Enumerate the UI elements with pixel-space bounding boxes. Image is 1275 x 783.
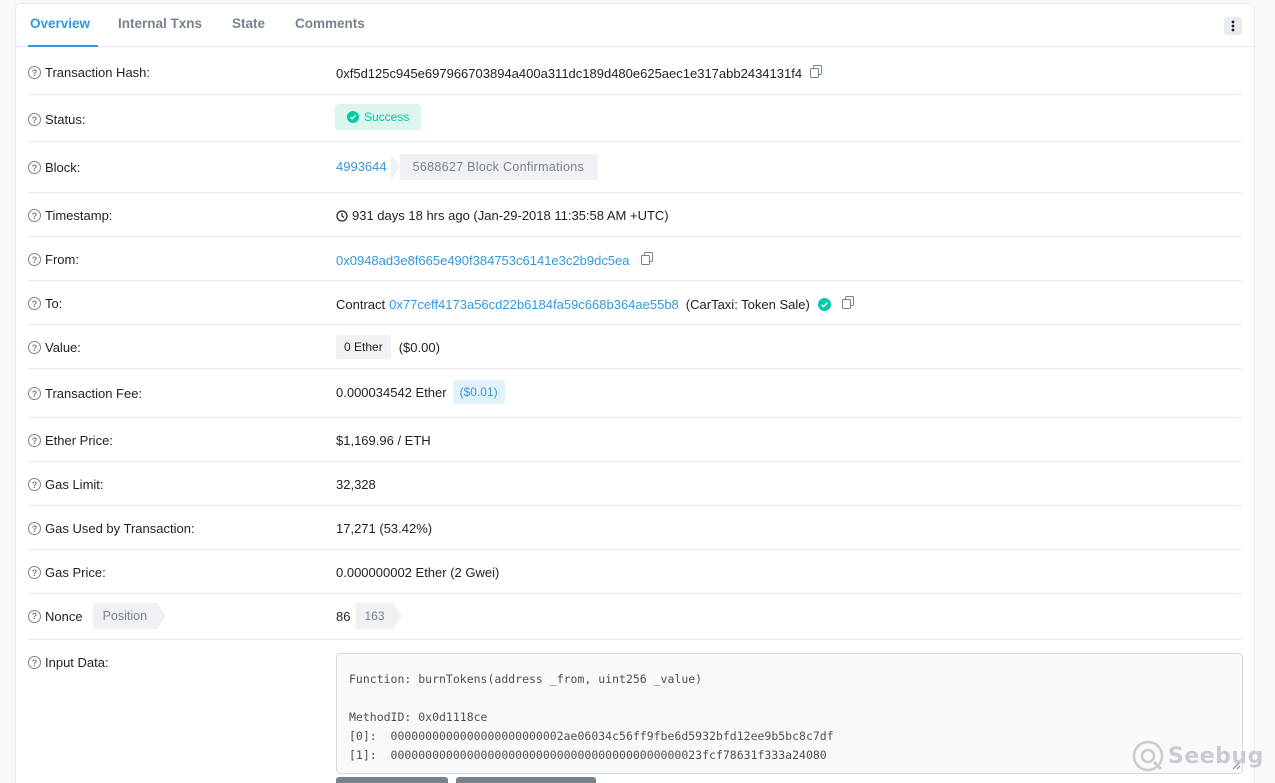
label-transaction-fee: Transaction Fee: — [45, 386, 143, 401]
transaction-hash-value: 0xf5d125c945e697966703894a400a311dc189d4… — [336, 65, 803, 81]
row-gas-price: ? Gas Price: 0.000000002 Ether (2 Gwei) — [28, 550, 1242, 594]
row-nonce: ? Nonce Position 86 163 — [28, 594, 1242, 640]
question-icon: ? — [28, 297, 41, 310]
label-ether-price: Ether Price: — [45, 433, 113, 448]
view-input-as-button[interactable] — [336, 777, 448, 783]
input-data-line: [1]: 00000000000000000000000000000000000… — [349, 748, 827, 762]
label-input-data: Input Data: — [45, 655, 109, 670]
label-gas-limit: Gas Limit: — [45, 477, 104, 492]
question-icon: ? — [28, 253, 41, 266]
verified-check-icon — [817, 297, 831, 311]
more-options-button[interactable] — [1224, 17, 1242, 35]
question-icon: ? — [28, 609, 41, 623]
check-circle-icon — [347, 111, 359, 123]
to-contract-prefix: Contract — [336, 296, 386, 312]
vertical-dots-icon — [1231, 20, 1235, 32]
gas-limit-value: 32,328 — [336, 477, 376, 492]
label-gas-used: Gas Used by Transaction: — [45, 521, 195, 536]
gas-used-value: 17,271 (53.42%) — [336, 521, 433, 536]
to-contract-name: (CarTaxi: Token Sale) — [685, 296, 810, 312]
decode-input-data-button[interactable] — [456, 777, 596, 783]
row-to: ? To: Contract 0x77ceff4173a56cd22b6184fa… — [28, 281, 1242, 325]
copy-icon[interactable] — [810, 65, 823, 81]
row-transaction-fee: ? Transaction Fee: 0.000034542 Ether ($0.… — [28, 369, 1242, 418]
copy-icon[interactable] — [841, 296, 854, 312]
question-icon: ? — [28, 522, 41, 535]
label-block: Block: — [45, 160, 81, 175]
row-value: ? Value: 0 Ether ($0.00) — [28, 325, 1242, 369]
clock-icon — [336, 209, 348, 222]
nonce-value: 86 — [336, 608, 351, 624]
question-icon: ? — [28, 478, 41, 491]
row-timestamp: ? Timestamp: 931 days 18 hrs ago (Jan-29-… — [28, 193, 1242, 237]
row-status: ? Status: Success — [28, 95, 1242, 142]
label-gas-price: Gas Price: — [45, 565, 106, 580]
input-data-line: Function: burnTokens(address _from, uint… — [349, 672, 703, 686]
seebug-logo-icon — [1132, 740, 1164, 772]
input-data-line: MethodID: 0x0d1118ce — [349, 710, 488, 724]
status-text: Success — [364, 110, 410, 124]
label-to: To: — [45, 296, 63, 311]
position-value-badge: 163 — [356, 603, 402, 629]
to-address-link[interactable]: 0x77ceff4173a56cd22b6184fa59c668b364ae55… — [389, 297, 679, 312]
input-data-textarea[interactable]: Function: burnTokens(address _from, uint… — [336, 653, 1243, 774]
transaction-fee-ether: 0.000034542 Ether — [336, 384, 447, 400]
question-icon: ? — [28, 387, 41, 400]
tab-comments[interactable]: Comments — [295, 4, 365, 47]
question-icon: ? — [28, 566, 41, 579]
question-icon: ? — [28, 113, 41, 126]
label-value: Value: — [45, 340, 81, 355]
question-icon: ? — [28, 66, 41, 79]
gas-price-value: 0.000000002 Ether (2 Gwei) — [336, 565, 500, 580]
label-timestamp: Timestamp: — [45, 208, 113, 223]
transaction-details-card: Overview Internal Txns State Comments ? T… — [15, 3, 1255, 783]
input-data-line — [349, 689, 1230, 708]
label-from: From: — [45, 252, 79, 267]
status-badge: Success — [335, 104, 422, 130]
question-icon: ? — [28, 434, 41, 447]
row-input-data: ? Input Data: Function: burnTokens(addres… — [28, 640, 1243, 783]
label-nonce: Nonce — [45, 608, 83, 624]
position-label-badge: Position — [92, 603, 167, 629]
value-ether-badge: 0 Ether — [336, 335, 391, 359]
row-block: ? Block: 4993644 5688627 Block Confirmati… — [28, 142, 1242, 193]
row-from: ? From: 0x0948ad3e8f665e490f384753c6141e3… — [28, 237, 1242, 281]
block-number-link[interactable]: 4993644 — [336, 154, 387, 180]
transaction-fee-usd-badge: ($0.01) — [452, 380, 505, 404]
question-icon: ? — [28, 209, 41, 222]
tab-overview[interactable]: Overview — [28, 4, 98, 47]
from-address-link[interactable]: 0x0948ad3e8f665e490f384753c6141e3c2b9dc5… — [336, 253, 630, 268]
label-status: Status: — [45, 112, 86, 127]
label-transaction-hash: Transaction Hash: — [45, 65, 151, 80]
value-usd: ($0.00) — [398, 339, 440, 355]
tab-internal-txns[interactable]: Internal Txns — [118, 4, 202, 47]
question-icon: ? — [28, 161, 41, 174]
input-data-line: [0]: 0000000000000000000000002ae06034c56… — [349, 729, 834, 743]
question-icon: ? — [28, 341, 41, 354]
row-gas-used: ? Gas Used by Transaction: 17,271 (53.42%… — [28, 506, 1242, 550]
timestamp-value: 931 days 18 hrs ago (Jan-29-2018 11:35:5… — [352, 208, 669, 223]
row-ether-price: ? Ether Price: $1,169.96 / ETH — [28, 418, 1242, 462]
tab-bar: Overview Internal Txns State Comments — [16, 4, 1254, 47]
seebug-watermark: Seebug — [1130, 738, 1264, 774]
copy-icon[interactable] — [640, 252, 653, 268]
question-icon: ? — [28, 656, 41, 669]
ether-price-value: $1,169.96 / ETH — [336, 433, 431, 448]
block-confirmations-badge: 5688627 Block Confirmations — [390, 154, 599, 180]
tab-state[interactable]: State — [232, 4, 265, 47]
watermark-text: Seebug — [1168, 743, 1264, 769]
row-transaction-hash: ? Transaction Hash: 0xf5d125c945e69796670… — [28, 48, 1242, 95]
row-gas-limit: ? Gas Limit: 32,328 — [28, 462, 1242, 506]
